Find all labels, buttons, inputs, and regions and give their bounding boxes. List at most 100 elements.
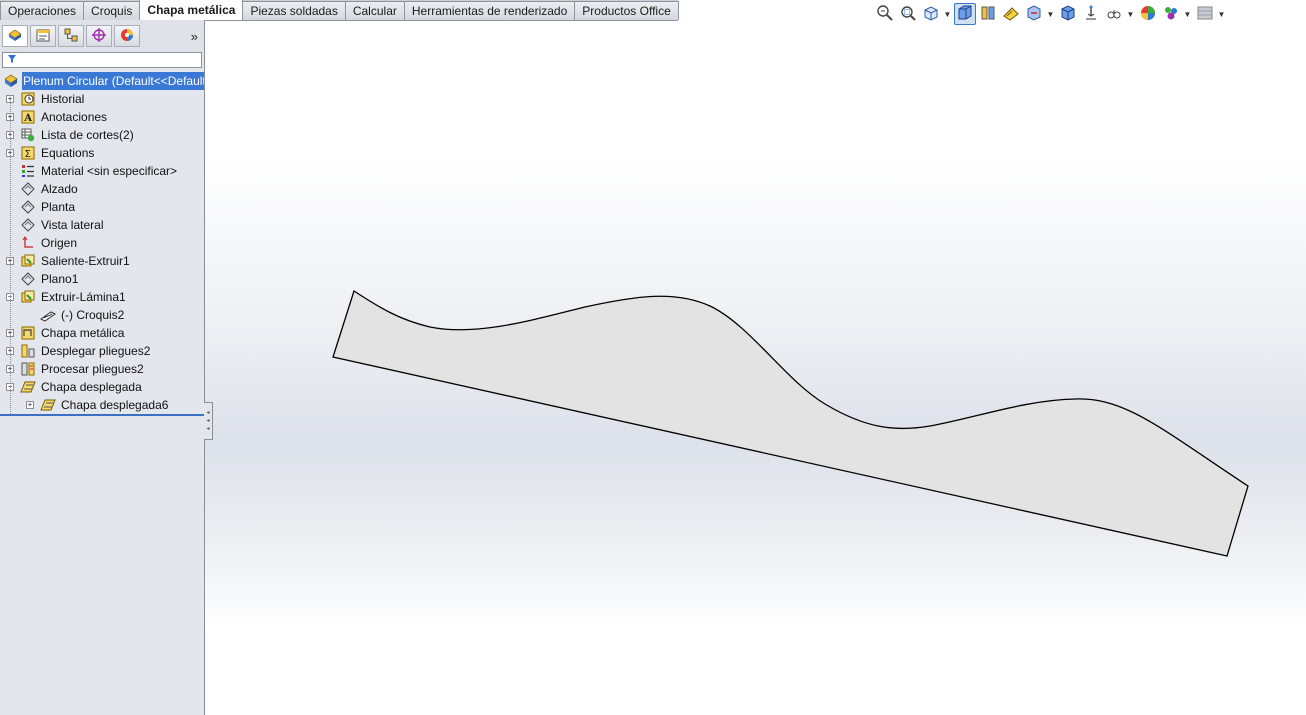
scene-button[interactable] — [1160, 3, 1182, 25]
graphics-viewport[interactable] — [205, 0, 1306, 715]
pane-collapse-handle[interactable]: ◂ ◂ ◂ — [204, 402, 213, 440]
tab-operaciones[interactable]: Operaciones — [0, 1, 85, 20]
tree-item-label: Historial — [41, 92, 85, 106]
tree-item-label: Desplegar pliegues2 — [41, 344, 151, 358]
zoom-to-area-button[interactable] — [897, 3, 919, 25]
tree-item[interactable]: Planta — [0, 198, 204, 216]
flat-pattern-outline[interactable] — [332, 289, 1249, 557]
tree-item[interactable]: − Extruir-Lámina1 — [0, 288, 204, 306]
hide-show-items-icon — [1025, 4, 1043, 25]
tree-item[interactable]: + Saliente-Extruir1 — [0, 252, 204, 270]
plane-icon — [20, 217, 36, 233]
tree-item-label: Procesar pliegues2 — [41, 362, 144, 376]
display-style-button[interactable] — [1000, 3, 1022, 25]
tree-item-label: Anotaciones — [41, 110, 108, 124]
unfold-icon — [20, 343, 36, 359]
previous-view-button[interactable] — [920, 3, 942, 25]
tree-item-label: Chapa desplegada6 — [61, 398, 169, 412]
view-orientation-icon — [979, 4, 997, 25]
tree-item[interactable]: + Desplegar pliegues2 — [0, 342, 204, 360]
view-setting-button[interactable] — [1194, 3, 1216, 25]
tree-item[interactable]: Plano1 — [0, 270, 204, 288]
featuremanager-icon — [7, 27, 23, 46]
tree-root-label: Plenum Circular (Default<<Default>) — [22, 72, 204, 90]
propertymanager-tab[interactable] — [30, 25, 56, 47]
tree-item-label: Chapa metálica — [41, 326, 125, 340]
tab-calcular[interactable]: Calcular — [344, 1, 405, 20]
configurationmanager-tab[interactable] — [58, 25, 84, 47]
zoom-to-fit-button[interactable] — [874, 3, 896, 25]
history-icon — [20, 91, 36, 107]
view-orientation-button[interactable] — [977, 3, 999, 25]
section-view-icon — [956, 4, 974, 25]
tree-filter-input[interactable] — [2, 52, 202, 68]
chevron-down-icon[interactable]: ▼ — [1046, 10, 1055, 19]
tree-item-label: Chapa desplegada — [41, 380, 142, 394]
featuremanager-tab[interactable] — [2, 25, 28, 47]
tab-herramientas-de-renderizado[interactable]: Herramientas de renderizado — [403, 1, 576, 20]
flat-pattern-icon — [20, 379, 36, 395]
tab-chapa-metálica[interactable]: Chapa metálica — [139, 0, 244, 20]
origin-icon — [20, 235, 36, 251]
annotations-icon: A — [20, 109, 36, 125]
tree-item[interactable]: + Σ Equations — [0, 144, 204, 162]
svg-text:Σ: Σ — [25, 149, 31, 160]
tab-croquis[interactable]: Croquis — [83, 1, 141, 20]
tree-item-label: Alzado — [41, 182, 78, 196]
edit-appearance-button[interactable] — [1057, 3, 1079, 25]
sheet-metal-icon — [20, 325, 36, 341]
part-icon — [3, 73, 19, 89]
featuremanager-pane: » Plenum Circular (Default<<Default>) + H… — [0, 20, 205, 715]
flat-pattern-icon — [40, 397, 56, 413]
dimxpert-tab[interactable] — [86, 25, 112, 47]
tree-item[interactable]: + Lista de cortes(2) — [0, 126, 204, 144]
tree-item[interactable]: + Procesar pliegues2 — [0, 360, 204, 378]
extrude-icon — [20, 253, 36, 269]
cut-list-icon — [20, 127, 36, 143]
tree-item-label: Origen — [41, 236, 78, 250]
displaymanager-icon — [119, 27, 135, 46]
equations-icon: Σ — [20, 145, 36, 161]
tree-item-label: (-) Croquis2 — [61, 308, 125, 322]
displaymanager-tab[interactable] — [114, 25, 140, 47]
pane-more-button[interactable]: » — [191, 29, 198, 44]
chevron-down-icon[interactable]: ▼ — [943, 10, 952, 19]
flat-pattern-part[interactable] — [205, 0, 1306, 715]
view-settings-button[interactable] — [1103, 3, 1125, 25]
sketch-icon — [40, 307, 56, 323]
appearance-button[interactable] — [1137, 3, 1159, 25]
tree-item[interactable]: + A Anotaciones — [0, 108, 204, 126]
display-style-icon — [1002, 4, 1020, 25]
tree-item[interactable]: Vista lateral — [0, 216, 204, 234]
chevron-down-icon[interactable]: ▼ — [1217, 10, 1226, 19]
tree-item[interactable]: Origen — [0, 234, 204, 252]
solidworks-window: Operaciones Croquis Chapa metálica Piezas s… — [0, 0, 1306, 715]
section-view-button[interactable] — [954, 3, 976, 25]
apply-scene-button[interactable] — [1080, 3, 1102, 25]
apply-scene-icon — [1082, 4, 1100, 25]
tree-root-part[interactable]: Plenum Circular (Default<<Default>) — [0, 72, 204, 90]
material-icon — [20, 163, 36, 179]
expand-icon[interactable]: + — [26, 401, 34, 409]
tab-productos-office[interactable]: Productos Office — [574, 1, 679, 20]
tree-item[interactable]: + Chapa desplegada6 — [0, 396, 204, 414]
hide-show-items-button[interactable] — [1023, 3, 1045, 25]
edit-appearance-icon — [1059, 4, 1077, 25]
tree-connector-line — [10, 99, 11, 414]
filter-icon — [7, 53, 17, 67]
tree-item-label: Extruir-Lámina1 — [41, 290, 126, 304]
tree-item[interactable]: + Chapa metálica — [0, 324, 204, 342]
tree-item[interactable]: − Chapa desplegada — [0, 378, 204, 396]
feature-tree: Plenum Circular (Default<<Default>) + His… — [0, 72, 204, 416]
chevron-down-icon[interactable]: ▼ — [1183, 10, 1192, 19]
tree-item[interactable]: Alzado — [0, 180, 204, 198]
configurationmanager-icon — [63, 27, 79, 46]
chevron-down-icon[interactable]: ▼ — [1126, 10, 1135, 19]
tree-item[interactable]: (-) Croquis2 — [0, 306, 204, 324]
tree-item[interactable]: Material <sin especificar> — [0, 162, 204, 180]
appearance-icon — [1139, 4, 1157, 25]
tree-item[interactable]: + Historial — [0, 90, 204, 108]
scene-icon — [1162, 4, 1180, 25]
tab-piezas-soldadas[interactable]: Piezas soldadas — [242, 1, 346, 20]
plane-icon — [20, 271, 36, 287]
